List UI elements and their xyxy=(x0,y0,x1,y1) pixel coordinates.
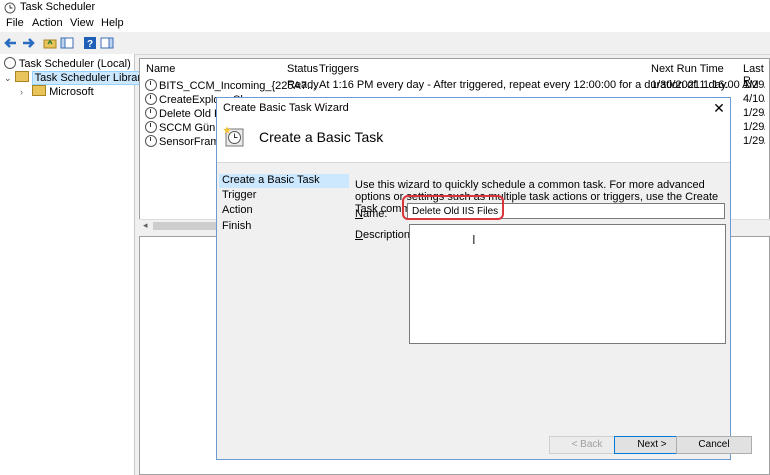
task-clock-icon xyxy=(145,79,157,91)
close-icon[interactable]: ✕ xyxy=(710,99,728,117)
tree-item-task-scheduler-local[interactable]: Task Scheduler (Local) xyxy=(4,57,131,71)
step-finish[interactable]: Finish xyxy=(219,220,349,234)
task-status: Ready xyxy=(287,79,319,91)
window-titlebar: Task Scheduler xyxy=(0,0,770,16)
column-header-triggers[interactable]: Triggers xyxy=(319,63,359,75)
tree-item-label: Task Scheduler (Local) xyxy=(18,58,131,70)
wizard-header: Create a Basic Task xyxy=(217,118,730,163)
column-header-status[interactable]: Status xyxy=(287,63,318,75)
step-action[interactable]: Action xyxy=(219,204,349,218)
tree-item-microsoft[interactable]: › Microsoft xyxy=(20,85,94,99)
dialog-titlebar: Create Basic Task Wizard ✕ xyxy=(217,98,730,118)
task-last-run: 1/29/ xyxy=(743,79,765,91)
menu-bar: File Action View Help xyxy=(0,16,770,32)
task-last-run: 1/29/ xyxy=(743,121,765,133)
show-hide-action-pane-icon[interactable] xyxy=(100,36,114,50)
tree-item-label: Microsoft xyxy=(49,86,94,98)
dialog-title: Create Basic Task Wizard xyxy=(223,102,349,114)
console-tree: Task Scheduler (Local) ⌄ Task Scheduler … xyxy=(0,54,150,475)
name-label: Name: xyxy=(355,208,388,220)
create-basic-task-wizard: Create Basic Task Wizard ✕ Create a Basi… xyxy=(216,97,752,460)
folder-up-icon[interactable] xyxy=(43,36,57,50)
description-textarea[interactable] xyxy=(409,224,726,344)
text-cursor-icon: I xyxy=(472,232,476,247)
task-last-run: 1/29/ xyxy=(743,135,765,147)
task-last-run: 4/10/ xyxy=(743,93,765,105)
clock-icon xyxy=(4,57,16,69)
show-hide-console-tree-icon[interactable] xyxy=(60,36,74,50)
folder-icon xyxy=(32,85,47,96)
task-scheduler-clock-icon xyxy=(4,2,16,14)
forward-arrow-icon[interactable] xyxy=(21,36,35,50)
menu-file[interactable]: File xyxy=(6,17,24,29)
task-wizard-icon xyxy=(223,126,244,147)
table-row[interactable]: BITS_CCM_Incoming_{225A7... Ready At 1:1… xyxy=(145,79,765,93)
menu-view[interactable]: View xyxy=(70,17,94,29)
task-last-run: 1/29/ xyxy=(743,107,765,119)
chevron-right-icon[interactable]: › xyxy=(20,87,23,97)
help-icon[interactable]: ? xyxy=(83,36,97,50)
cancel-button[interactable]: Cancel xyxy=(676,436,752,454)
wizard-heading: Create a Basic Task xyxy=(259,129,384,145)
menu-action[interactable]: Action xyxy=(32,17,63,29)
step-trigger[interactable]: Trigger xyxy=(219,189,349,203)
svg-text:?: ? xyxy=(87,39,93,50)
toolbar: ? xyxy=(0,32,770,55)
window-title: Task Scheduler xyxy=(20,1,96,13)
task-clock-icon xyxy=(145,107,157,119)
annotation-highlight-ring xyxy=(402,195,504,220)
chevron-down-icon[interactable]: ⌄ xyxy=(4,73,12,83)
column-header-next-run-time[interactable]: Next Run Time xyxy=(651,63,724,75)
task-clock-icon xyxy=(145,135,157,147)
task-clock-icon xyxy=(145,93,157,105)
column-header-name[interactable]: Name xyxy=(146,63,175,75)
back-arrow-icon[interactable] xyxy=(4,36,18,50)
description-label: Description: xyxy=(355,229,414,241)
tree-item-label: Task Scheduler Library xyxy=(31,71,150,85)
tree-item-task-scheduler-library[interactable]: ⌄ Task Scheduler Library xyxy=(4,71,150,85)
scroll-left-icon[interactable]: ◂ xyxy=(143,220,148,231)
task-clock-icon xyxy=(145,121,157,133)
folder-icon xyxy=(14,71,29,82)
menu-help[interactable]: Help xyxy=(101,17,124,29)
step-create-basic-task[interactable]: Create a Basic Task xyxy=(219,174,349,188)
